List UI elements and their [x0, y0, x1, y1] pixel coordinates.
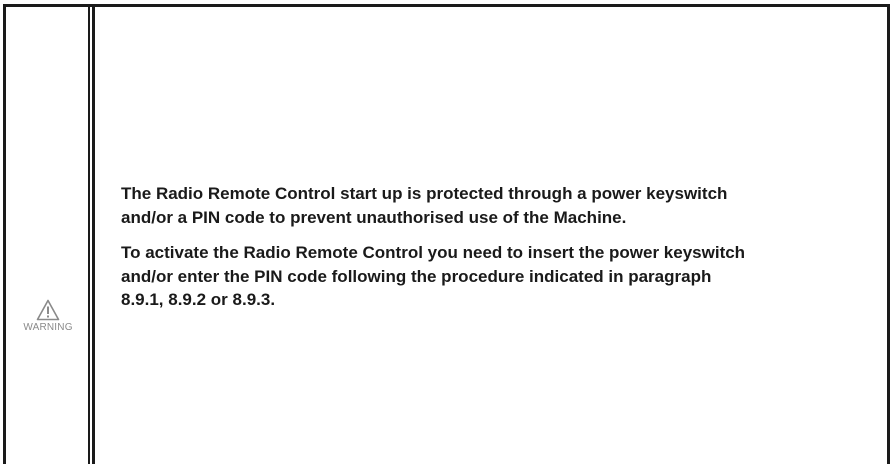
warning-triangle-icon — [36, 299, 60, 321]
text-line: and/or a PIN code to prevent unauthorise… — [121, 207, 627, 227]
warning-box: WARNING The Radio Remote Control start u… — [3, 4, 890, 464]
text-line: and/or enter the PIN code following the … — [121, 266, 712, 286]
column-divider — [92, 7, 95, 464]
warning-symbol-column: WARNING — [6, 7, 90, 464]
warning-text: The Radio Remote Control start up is pro… — [121, 182, 891, 324]
paragraph-startup-protection: The Radio Remote Control start up is pro… — [121, 182, 891, 229]
text-line: To activate the Radio Remote Control you… — [121, 243, 746, 262]
warning-symbol: WARNING — [6, 299, 90, 333]
text-line: 8.9.1, 8.9.2 or 8.9.3. — [121, 290, 276, 309]
warning-label: WARNING — [23, 322, 73, 333]
paragraph-activation-procedure: To activate the Radio Remote Control you… — [121, 241, 891, 312]
text-line: The Radio Remote Control start up is pro… — [121, 184, 728, 203]
